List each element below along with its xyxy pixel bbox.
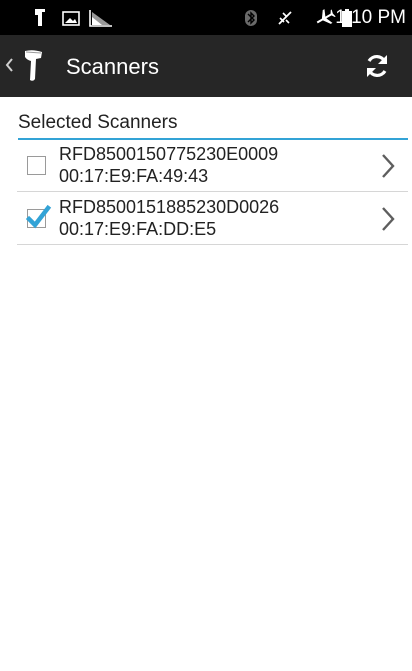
scanner-notification-icon	[35, 9, 45, 26]
scanner-checkbox-checked[interactable]	[26, 204, 52, 229]
scanner-row[interactable]: RFD8500150775230E0009 00:17:E9:FA:49:43	[17, 139, 408, 192]
scanner-text: RFD8500151885230D0026 00:17:E9:FA:DD:E5	[59, 196, 279, 240]
scanner-app-icon	[25, 50, 42, 81]
bluetooth-icon	[245, 10, 257, 26]
page-title: Scanners	[66, 54, 159, 79]
status-bar: 1:10 PM	[0, 0, 412, 35]
scanner-checkbox[interactable]	[27, 156, 46, 175]
section-title: Selected Scanners	[18, 112, 178, 133]
action-bar: Scanners	[0, 35, 412, 97]
scanner-list-screen: Selected Scanners RFD8500150775230E0009 …	[0, 97, 412, 671]
image-icon	[62, 11, 80, 26]
scanner-address: 00:17:E9:FA:DD:E5	[59, 219, 217, 239]
scanner-text: RFD8500150775230E0009 00:17:E9:FA:49:43	[59, 143, 278, 187]
scanner-address: 00:17:E9:FA:49:43	[59, 166, 209, 186]
status-time: 1:10 PM	[335, 7, 406, 28]
chevron-right-icon[interactable]	[380, 205, 396, 233]
section-header: Selected Scanners	[18, 112, 408, 140]
airplane-mode-icon	[316, 9, 336, 24]
scanner-name: RFD8500151885230D0026	[59, 197, 280, 217]
signal-chart-icon	[89, 10, 112, 27]
scanner-name: RFD8500150775230E0009	[59, 144, 279, 164]
checkmark-icon	[26, 204, 52, 229]
chevron-right-icon[interactable]	[380, 152, 396, 180]
refresh-icon[interactable]	[362, 51, 392, 81]
back-chevron-icon[interactable]	[4, 55, 14, 75]
mute-icon	[278, 11, 292, 25]
scanner-row[interactable]: RFD8500151885230D0026 00:17:E9:FA:DD:E5	[17, 192, 408, 245]
